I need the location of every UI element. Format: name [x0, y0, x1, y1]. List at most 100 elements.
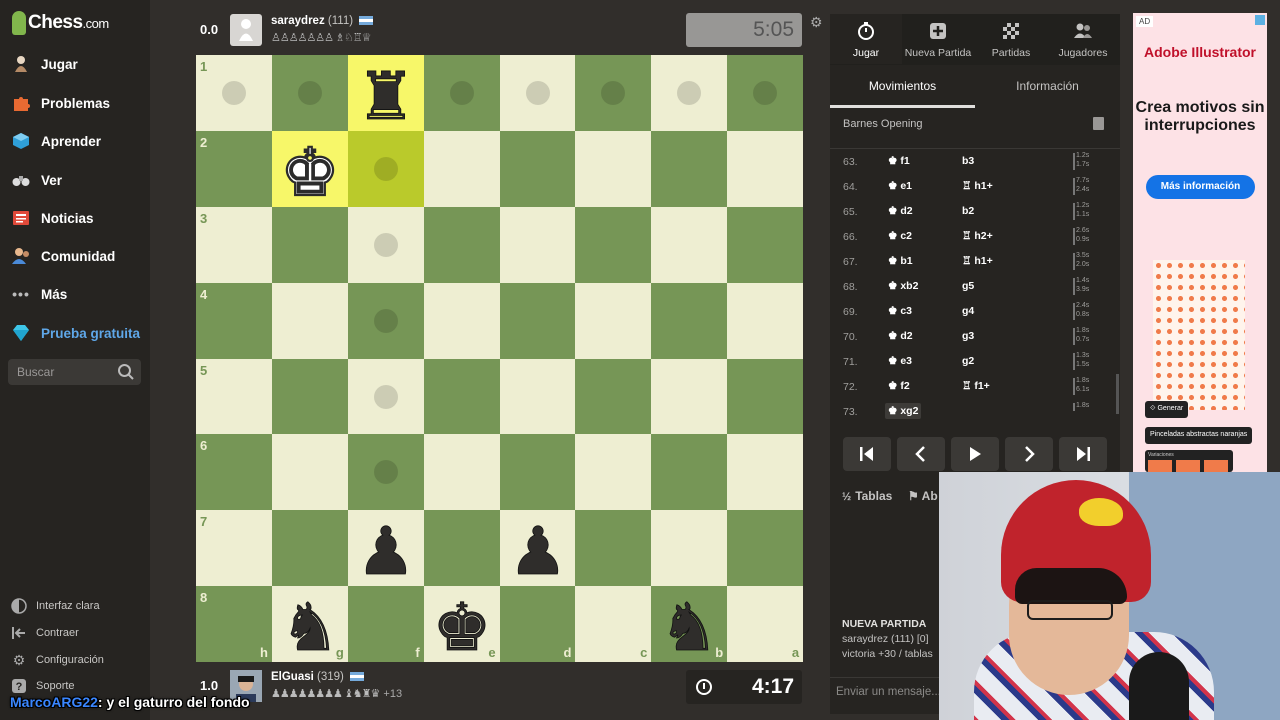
tab-nueva-partida[interactable]: Nueva Partida	[902, 14, 974, 64]
bottom-player-name[interactable]: ElGuasi	[271, 671, 314, 683]
board-square[interactable]: 7	[196, 510, 272, 587]
next-move-button[interactable]	[1005, 437, 1053, 471]
legal-move-dot[interactable]	[449, 81, 474, 105]
ad-choices-icon[interactable]	[1255, 15, 1265, 25]
top-player-avatar[interactable]	[230, 14, 262, 46]
nav-interfaz-clara[interactable]: Interfaz clara	[10, 596, 100, 616]
board-square[interactable]: c	[575, 586, 652, 663]
nav-jugar[interactable]: Jugar	[10, 49, 78, 79]
board-square[interactable]	[423, 358, 500, 435]
black-pawn-piece[interactable]: ♟	[348, 510, 424, 586]
board-square[interactable]	[651, 282, 728, 359]
white-move[interactable]: ♚ f1	[885, 153, 913, 169]
board-square[interactable]	[727, 510, 804, 587]
black-move[interactable]: b2	[962, 205, 974, 217]
white-king-piece[interactable]: ♚	[272, 131, 348, 207]
white-move[interactable]: ♚ e3	[885, 353, 915, 369]
move-list-scrollbar[interactable]	[1116, 374, 1119, 414]
board-square[interactable]	[575, 510, 652, 587]
white-move[interactable]: ♚ c3	[885, 303, 915, 319]
white-move[interactable]: ♚ xb2	[885, 278, 921, 294]
search-icon[interactable]	[117, 363, 135, 381]
black-rook-piece[interactable]: ♜	[348, 55, 424, 131]
black-move[interactable]: ♖ h1+	[962, 255, 993, 267]
black-move[interactable]: b3	[962, 155, 974, 167]
previous-move-button[interactable]	[897, 437, 945, 471]
board-square[interactable]	[499, 55, 576, 131]
black-knight-piece[interactable]: ♞	[651, 586, 727, 662]
board-square[interactable]	[423, 434, 500, 511]
ad-cta-button[interactable]: Más información	[1146, 175, 1255, 199]
legal-move-dot[interactable]	[525, 81, 550, 105]
board-square[interactable]: d	[499, 586, 576, 663]
nav-ver[interactable]: Ver	[10, 165, 62, 195]
board-square[interactable]	[271, 55, 348, 131]
board-settings-gear-icon[interactable]: ⚙	[810, 14, 823, 31]
top-player-name[interactable]: saraydrez	[271, 15, 325, 27]
draw-button[interactable]: ½ Tablas	[842, 489, 892, 503]
board-square[interactable]	[575, 206, 652, 283]
white-move[interactable]: ♚ xg2	[885, 403, 922, 419]
tab-informacion[interactable]: Información	[975, 72, 1120, 106]
legal-move-dot[interactable]	[373, 308, 398, 333]
board-square[interactable]	[575, 282, 652, 359]
board-square[interactable]	[727, 434, 804, 511]
white-move[interactable]: ♚ c2	[885, 228, 915, 244]
black-move[interactable]: ♖ h2+	[962, 230, 993, 242]
move-list[interactable]: 63. ♚ f1 b3 1.2s 1.7s 64. ♚ e1 ♖ h1+ 7.7s 2.4s 65…	[830, 148, 1120, 423]
board-square[interactable]: 2	[196, 130, 272, 207]
board-square[interactable]	[499, 206, 576, 283]
nav-mas[interactable]: ••• Más	[10, 279, 67, 309]
legal-move-dot[interactable]	[601, 81, 626, 105]
legal-move-dot[interactable]	[753, 81, 778, 105]
nav-noticias[interactable]: Noticias	[10, 203, 94, 233]
last-move-button[interactable]	[1059, 437, 1107, 471]
search-box[interactable]	[8, 359, 141, 385]
board-square[interactable]	[651, 130, 728, 207]
board-square[interactable]	[499, 130, 576, 207]
board-square[interactable]	[423, 55, 500, 131]
legal-move-dot[interactable]	[373, 232, 398, 257]
nav-aprender[interactable]: Aprender	[10, 126, 101, 156]
white-move[interactable]: ♚ b1	[885, 253, 916, 269]
board-square[interactable]	[651, 55, 728, 131]
chess-com-logo[interactable]: Chess.com	[12, 10, 109, 36]
nav-problemas[interactable]: Problemas	[10, 88, 110, 118]
board-square[interactable]	[575, 358, 652, 435]
black-pawn-piece[interactable]: ♟	[500, 510, 576, 586]
board-square[interactable]	[651, 510, 728, 587]
board-square[interactable]	[651, 434, 728, 511]
board-square[interactable]	[423, 282, 500, 359]
board-square[interactable]	[727, 130, 804, 207]
board-square[interactable]	[271, 434, 348, 511]
board-square[interactable]	[651, 206, 728, 283]
board-square[interactable]	[575, 55, 652, 131]
black-move[interactable]: g5	[962, 280, 974, 292]
nav-contraer[interactable]: Contraer	[10, 623, 79, 643]
board-square[interactable]	[727, 55, 804, 131]
board-square[interactable]	[575, 130, 652, 207]
board-square[interactable]	[423, 206, 500, 283]
black-king-piece[interactable]: ♚	[424, 586, 500, 662]
legal-move-dot[interactable]	[677, 81, 702, 105]
board-square[interactable]	[499, 434, 576, 511]
abort-button[interactable]: ⚑ Ab	[908, 489, 938, 503]
opening-name[interactable]: Barnes Opening	[843, 118, 923, 130]
white-move[interactable]: ♚ d2	[885, 203, 916, 219]
board-square[interactable]	[651, 358, 728, 435]
white-move[interactable]: ♚ d2	[885, 328, 916, 344]
board-square[interactable]	[271, 282, 348, 359]
legal-move-dot[interactable]	[222, 81, 246, 105]
black-move[interactable]: ♖ f1+	[962, 380, 990, 392]
white-move[interactable]: ♚ e1	[885, 178, 915, 194]
board-square[interactable]	[499, 358, 576, 435]
board-square[interactable]: a	[727, 586, 804, 663]
board-square[interactable]	[575, 434, 652, 511]
board-square[interactable]	[423, 130, 500, 207]
board-square[interactable]: 6	[196, 434, 272, 511]
nav-prueba-gratuita[interactable]: Prueba gratuita	[10, 318, 140, 348]
chess-board[interactable]: 1 2 3 4 5 6 7 8 h g f e d c b a ♜ ♚ ♟ ♟ ♞ ♚ ♞	[196, 55, 804, 663]
nav-soporte[interactable]: ? Soporte	[10, 676, 75, 696]
play-button[interactable]	[951, 437, 999, 471]
white-move[interactable]: ♚ f2	[885, 378, 913, 394]
